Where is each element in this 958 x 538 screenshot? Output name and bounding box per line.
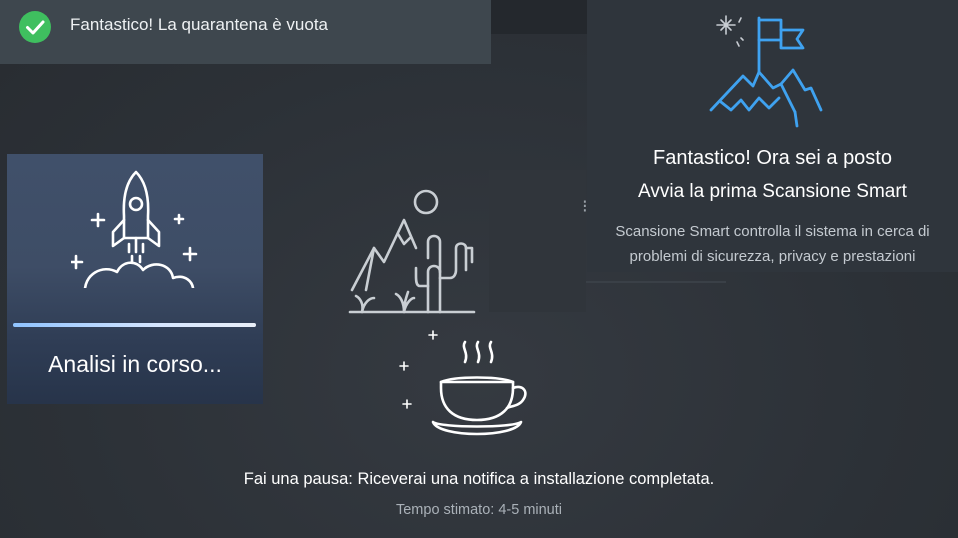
success-subtitle: Avvia la prima Scansione Smart [638, 181, 907, 202]
analysis-label: Analisi in corso... [48, 351, 222, 377]
pause-message: Fai una pausa: Riceverai una notifica a … [243, 470, 715, 488]
top-strip [490, 0, 590, 34]
mountain-flag-icon [709, 15, 823, 128]
desert-icon [348, 189, 476, 314]
check-circle-icon [19, 11, 51, 43]
faded-card [489, 170, 586, 312]
estimated-time: Tempo stimato: 4-5 minuti [395, 502, 562, 518]
rocket-icon [71, 170, 198, 288]
success-panel: Fantastico! Ora sei a posto Avvia la pri… [587, 0, 958, 272]
analysis-card: Analisi in corso... [7, 154, 263, 404]
success-description-line1: Scansione Smart controlla il sistema in … [615, 223, 930, 240]
analysis-progress-bar [13, 323, 256, 327]
success-title: Fantastico! Ora sei a posto [652, 147, 892, 169]
quarantine-toast: Fantastico! La quarantena è vuota [0, 0, 491, 64]
success-description: Scansione Smart controlla il sistema in … [587, 219, 958, 269]
divider [586, 281, 726, 283]
coffee-cup-icon [399, 330, 527, 436]
installer-screen: Fantastico! La quarantena è vuota Analis… [0, 0, 958, 538]
success-description-line2: problemi di sicurezza, privacy e prestaz… [629, 248, 916, 265]
analysis-progress-fill [13, 323, 256, 327]
toast-message: Fantastico! La quarantena è vuota [70, 15, 329, 34]
